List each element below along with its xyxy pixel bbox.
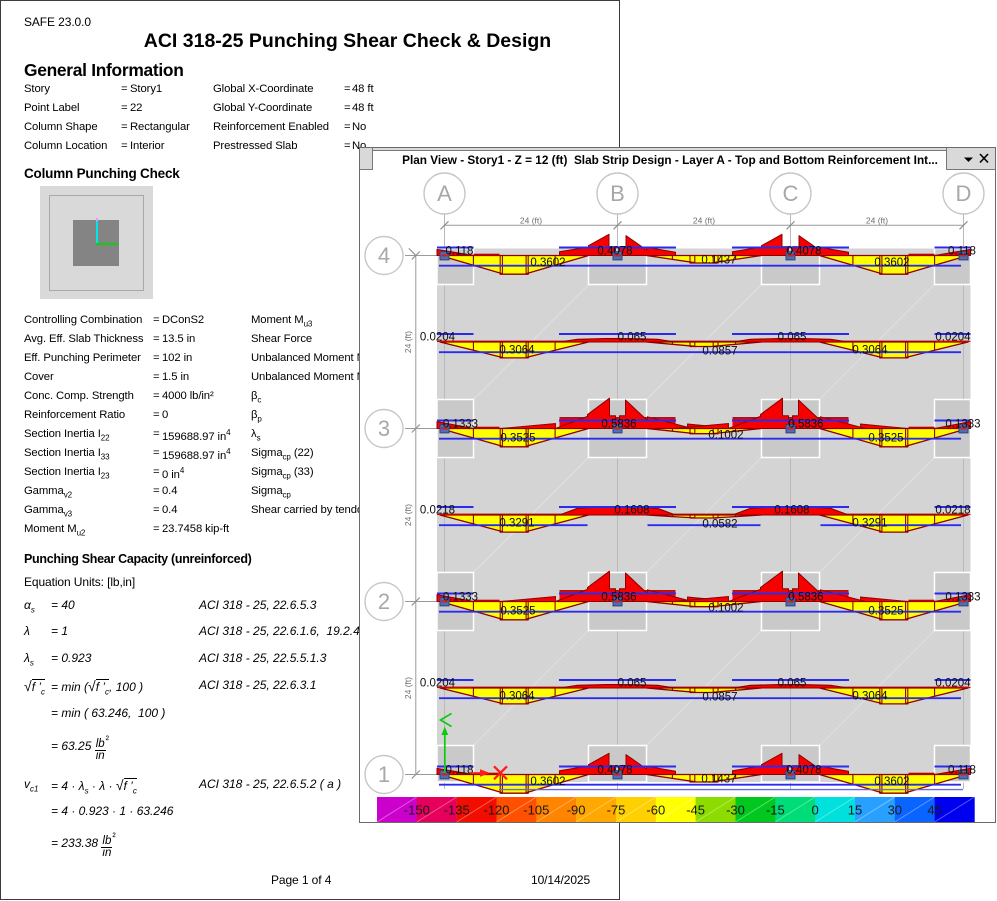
svg-text:-135: -135 xyxy=(444,803,470,818)
svg-text:0.0204: 0.0204 xyxy=(420,678,456,690)
svg-text:0.1333: 0.1333 xyxy=(443,419,478,431)
svg-text:0.0218: 0.0218 xyxy=(420,505,455,517)
svg-text:A: A xyxy=(437,181,452,206)
svg-text:-105: -105 xyxy=(523,803,549,818)
svg-text:0.4078: 0.4078 xyxy=(597,765,632,777)
svg-text:0.3525: 0.3525 xyxy=(868,433,903,445)
svg-text:0.1608: 0.1608 xyxy=(614,505,649,517)
svg-text:0.3525: 0.3525 xyxy=(868,606,903,618)
svg-text:0.118: 0.118 xyxy=(948,764,976,776)
svg-text:0.0857: 0.0857 xyxy=(702,691,737,703)
svg-text:24 (ft): 24 (ft) xyxy=(403,331,413,353)
svg-text:0.5836: 0.5836 xyxy=(788,592,823,604)
svg-text:24 (ft): 24 (ft) xyxy=(693,216,715,226)
svg-text:0.065: 0.065 xyxy=(778,332,807,344)
svg-text:0.3064: 0.3064 xyxy=(499,345,535,357)
svg-text:30: 30 xyxy=(888,803,902,818)
svg-text:0.3064: 0.3064 xyxy=(499,691,535,703)
svg-text:0.0204: 0.0204 xyxy=(935,332,971,344)
svg-text:-15: -15 xyxy=(766,803,785,818)
svg-text:15: 15 xyxy=(848,803,862,818)
svg-text:B: B xyxy=(610,181,625,206)
svg-text:0.065: 0.065 xyxy=(618,678,647,690)
svg-text:0.0582: 0.0582 xyxy=(702,518,737,530)
svg-text:-75: -75 xyxy=(607,803,626,818)
svg-text:0.3064: 0.3064 xyxy=(852,691,888,703)
svg-text:-150: -150 xyxy=(404,803,430,818)
svg-text:0.3525: 0.3525 xyxy=(500,433,535,445)
svg-text:0.1002: 0.1002 xyxy=(708,603,743,615)
svg-text:45: 45 xyxy=(927,803,941,818)
svg-text:0.1333: 0.1333 xyxy=(945,419,980,431)
svg-text:0.1437: 0.1437 xyxy=(701,255,736,267)
svg-text:0.1608: 0.1608 xyxy=(774,505,809,517)
svg-text:24 (ft): 24 (ft) xyxy=(403,677,413,699)
svg-text:-45: -45 xyxy=(686,803,705,818)
svg-text:0.1333: 0.1333 xyxy=(945,592,980,604)
svg-text:-30: -30 xyxy=(726,803,745,818)
svg-text:1: 1 xyxy=(378,762,390,787)
svg-text:D: D xyxy=(956,181,972,206)
svg-text:4: 4 xyxy=(378,243,390,268)
svg-text:0.3602: 0.3602 xyxy=(530,257,565,269)
svg-text:0.4078: 0.4078 xyxy=(786,246,821,258)
svg-text:24 (ft): 24 (ft) xyxy=(866,216,888,226)
svg-text:0.3602: 0.3602 xyxy=(874,257,909,269)
svg-text:0.118: 0.118 xyxy=(446,245,474,257)
svg-text:0: 0 xyxy=(811,803,818,818)
svg-text:0.4078: 0.4078 xyxy=(786,765,821,777)
svg-text:0.3602: 0.3602 xyxy=(530,776,565,788)
svg-text:0.5836: 0.5836 xyxy=(601,419,636,431)
svg-text:0.5836: 0.5836 xyxy=(788,419,823,431)
svg-text:0.065: 0.065 xyxy=(618,332,647,344)
svg-text:0.3525: 0.3525 xyxy=(500,606,535,618)
svg-text:0.1333: 0.1333 xyxy=(443,592,478,604)
svg-text:0.3064: 0.3064 xyxy=(852,345,888,357)
svg-text:-90: -90 xyxy=(567,803,586,818)
svg-text:0.0204: 0.0204 xyxy=(420,332,456,344)
svg-text:0.3291: 0.3291 xyxy=(852,518,887,530)
svg-text:-120: -120 xyxy=(483,803,509,818)
svg-text:0.118: 0.118 xyxy=(446,764,474,776)
svg-text:2: 2 xyxy=(378,589,390,614)
svg-text:C: C xyxy=(783,181,799,206)
svg-text:0.0857: 0.0857 xyxy=(702,345,737,357)
svg-text:3: 3 xyxy=(378,416,390,441)
svg-text:24 (ft): 24 (ft) xyxy=(520,216,542,226)
svg-text:0.4078: 0.4078 xyxy=(597,246,632,258)
svg-text:0.0204: 0.0204 xyxy=(935,678,971,690)
svg-text:0.1437: 0.1437 xyxy=(701,774,736,786)
svg-text:0.3291: 0.3291 xyxy=(499,518,534,530)
svg-text:0.065: 0.065 xyxy=(778,678,807,690)
svg-text:0.3602: 0.3602 xyxy=(874,776,909,788)
svg-text:24 (ft): 24 (ft) xyxy=(403,504,413,526)
svg-text:0.0218: 0.0218 xyxy=(935,505,970,517)
svg-text:0.5836: 0.5836 xyxy=(601,592,636,604)
svg-text:-60: -60 xyxy=(646,803,665,818)
svg-text:0.1002: 0.1002 xyxy=(708,430,743,442)
svg-text:0.118: 0.118 xyxy=(948,245,976,257)
